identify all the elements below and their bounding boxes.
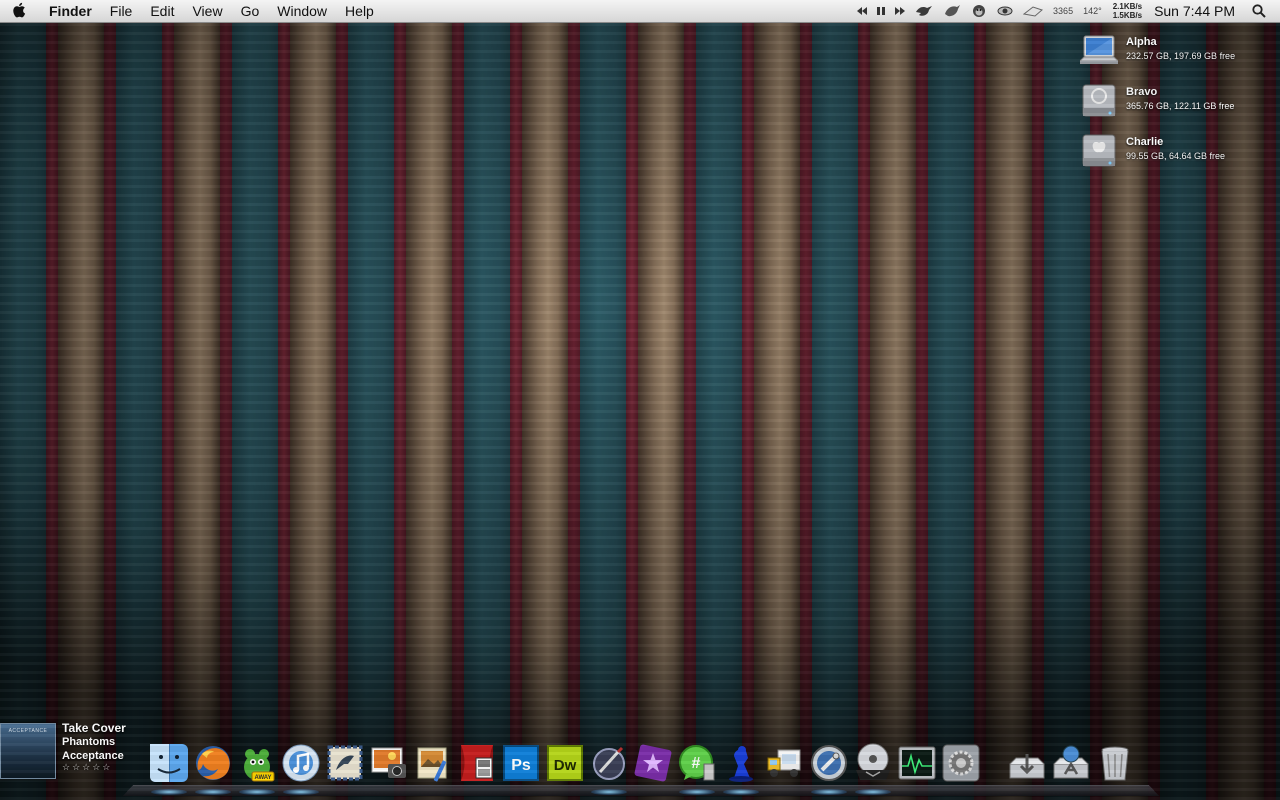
applications-stack-icon[interactable] xyxy=(1050,742,1092,784)
drive-info: 232.57 GB, 197.69 GB free xyxy=(1126,51,1236,61)
downloads-stack-icon[interactable] xyxy=(1006,742,1048,784)
monkey-icon[interactable] xyxy=(971,4,987,18)
running-indicator xyxy=(591,789,627,795)
album-cover-label: ACCEPTANCE xyxy=(8,728,48,734)
activity-monitor-icon[interactable] xyxy=(896,742,938,784)
trash-icon[interactable] xyxy=(1094,742,1136,784)
menu-help[interactable]: Help xyxy=(336,0,383,22)
track-rating[interactable]: ☆☆☆☆☆ xyxy=(62,762,126,773)
drive-info: 99.55 GB, 64.64 GB free xyxy=(1126,151,1226,161)
photo-booth-icon[interactable] xyxy=(456,742,498,784)
hard-drive-icon xyxy=(1080,133,1118,169)
drive-name: Bravo xyxy=(1126,86,1158,98)
drive-name: Charlie xyxy=(1126,136,1164,148)
prev-track-icon[interactable] xyxy=(857,7,868,15)
status-temperature: 142° xyxy=(1083,6,1102,16)
laptop-drive-icon xyxy=(1078,33,1120,69)
firefox-icon[interactable] xyxy=(192,742,234,784)
running-indicator xyxy=(723,789,759,795)
itunes-icon[interactable] xyxy=(280,742,322,784)
dvd-player-icon[interactable] xyxy=(852,742,894,784)
bird-icon[interactable] xyxy=(915,4,933,18)
svg-text:#: # xyxy=(692,755,701,772)
preview-icon[interactable] xyxy=(412,742,454,784)
now-playing-widget[interactable]: ACCEPTANCE Take Cover Phantoms Acceptanc… xyxy=(0,721,140,781)
running-indicator xyxy=(151,789,187,795)
dock-shelf xyxy=(122,784,1160,797)
drive-alpha[interactable]: Alpha 232.57 GB, 197.69 GB free xyxy=(1078,33,1270,73)
system-preferences-icon[interactable] xyxy=(940,742,982,784)
running-indicator xyxy=(239,789,275,795)
search-icon[interactable] xyxy=(1252,4,1266,18)
hard-drive-icon xyxy=(1080,83,1118,119)
script-editor-icon[interactable] xyxy=(588,742,630,784)
transmit-truck-icon[interactable] xyxy=(764,742,806,784)
blue-figure-icon[interactable] xyxy=(720,742,762,784)
menu-edit[interactable]: Edit xyxy=(141,0,183,22)
status-counter: 3365 xyxy=(1053,6,1074,16)
svg-text:AWAY: AWAY xyxy=(254,775,271,781)
running-indicator xyxy=(855,789,891,795)
net-down-rate: 1.5KB/s xyxy=(1112,11,1143,20)
menu-window[interactable]: Window xyxy=(268,0,336,22)
image-capture-icon[interactable] xyxy=(368,742,410,784)
running-indicator xyxy=(195,789,231,795)
running-indicator xyxy=(283,789,319,795)
apple-menu[interactable] xyxy=(0,2,40,21)
drive-info: 365.76 GB, 122.11 GB free xyxy=(1126,101,1235,111)
menubar-clock[interactable]: Sun 7:44 PM xyxy=(1154,3,1235,19)
dreamweaver-icon[interactable]: Dw xyxy=(544,742,586,784)
track-title: Take Cover xyxy=(62,721,126,735)
next-track-icon[interactable] xyxy=(895,7,906,15)
track-album: Acceptance xyxy=(62,750,124,762)
photoshop-icon[interactable]: Ps xyxy=(500,742,542,784)
running-indicator xyxy=(679,789,715,795)
menu-bar: Finder File Edit View Go Window Help 336… xyxy=(0,0,1280,23)
hat-icon[interactable] xyxy=(1023,5,1044,17)
menu-file[interactable]: File xyxy=(101,0,142,22)
finder-icon[interactable] xyxy=(148,742,190,784)
photoshop-label: Ps xyxy=(511,757,531,774)
starlight-icon[interactable] xyxy=(632,742,674,784)
adium-icon[interactable]: AWAY xyxy=(236,742,278,784)
mail-icon[interactable] xyxy=(324,742,366,784)
dreamweaver-label: Dw xyxy=(554,757,577,774)
network-monitor[interactable]: 2.1KB/s 1.5KB/s xyxy=(1113,2,1142,20)
running-indicator xyxy=(811,789,847,795)
menu-go[interactable]: Go xyxy=(232,0,269,22)
drive-bravo[interactable]: Bravo 365.76 GB, 122.11 GB free xyxy=(1080,83,1270,123)
album-cover[interactable]: ACCEPTANCE xyxy=(0,723,56,779)
eye-icon[interactable] xyxy=(997,5,1013,17)
menu-finder[interactable]: Finder xyxy=(40,0,101,22)
menu-view[interactable]: View xyxy=(183,0,231,22)
net-up-rate: 2.1KB/s xyxy=(1112,2,1143,11)
drive-name: Alpha xyxy=(1126,36,1157,48)
dock: AWAY Ps Dw # xyxy=(122,740,1160,798)
chat-icon[interactable]: # xyxy=(676,742,718,784)
pause-icon[interactable] xyxy=(877,7,886,15)
bird-icon[interactable] xyxy=(943,4,961,18)
network-utility-icon[interactable] xyxy=(808,742,850,784)
desktop-wallpaper[interactable]: Finder File Edit View Go Window Help 336… xyxy=(0,0,1280,800)
apple-icon xyxy=(13,2,27,21)
drive-charlie[interactable]: Charlie 99.55 GB, 64.64 GB free xyxy=(1080,133,1270,173)
track-artist: Phantoms xyxy=(62,736,116,748)
